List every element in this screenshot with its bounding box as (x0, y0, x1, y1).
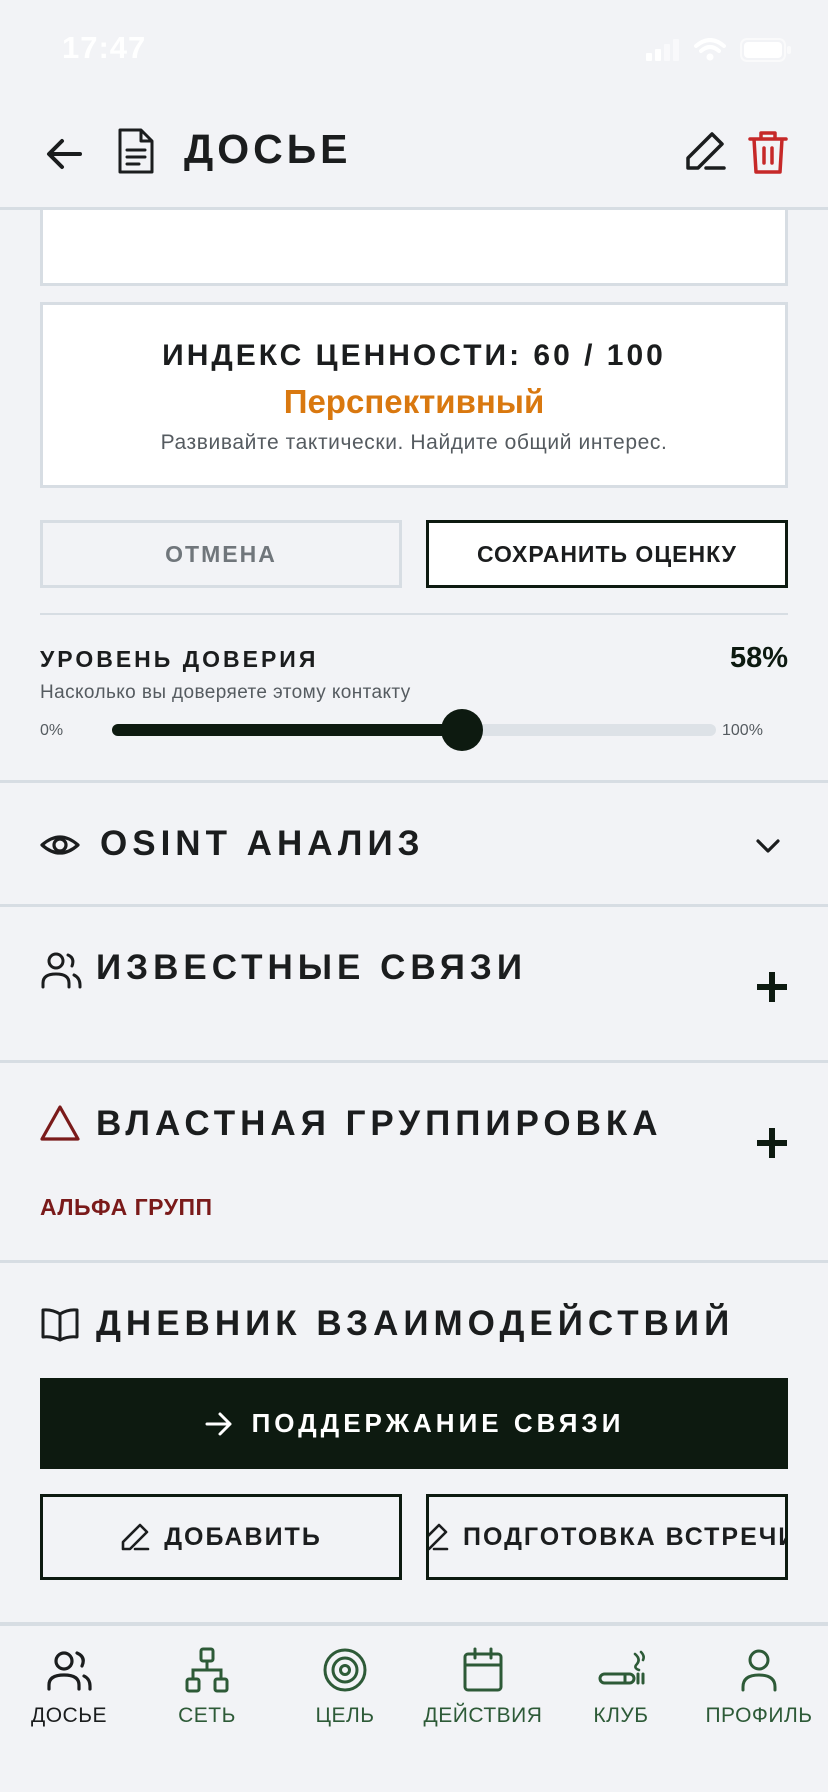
value-index-label: Перспективный (283, 383, 545, 420)
tab-label: ДЕЙСТВИЯ (423, 1704, 543, 1727)
cropped-card (40, 210, 788, 286)
back-arrow-icon[interactable] (40, 130, 88, 178)
save-rating-button[interactable]: СОХРАНИТЬ ОЦЕНКУ (426, 520, 788, 588)
meeting-prep-button[interactable]: ПОДГОТОВКА ВСТРЕЧИ (426, 1494, 788, 1580)
add-group-plus-icon[interactable] (757, 1128, 787, 1158)
section-divider (0, 1060, 828, 1063)
tab-label: ЦЕЛЬ (315, 1704, 375, 1727)
trust-level-subtitle: Насколько вы доверяете этому контакту (40, 682, 411, 703)
section-divider (0, 1260, 828, 1263)
meeting-prep-label: ПОДГОТОВКА ВСТРЕЧИ (463, 1522, 788, 1551)
add-entry-button[interactable]: ДОБАВИТЬ (40, 1494, 402, 1580)
power-group-item[interactable]: АЛЬФА ГРУПП (40, 1194, 213, 1221)
tab-label: СЕТЬ (178, 1704, 236, 1727)
calendar-icon (463, 1647, 503, 1692)
bottom-tab-bar: ДОСЬЕ СЕТЬ ЦЕЛЬ ДЕЙСТВИЯ КЛУБ ПРОФИЛЬ (0, 1622, 828, 1792)
power-group-section-title: ВЛАСТНАЯ ГРУППИРОВКА (96, 1104, 663, 1143)
tab-profile[interactable]: ПРОФИЛЬ (690, 1646, 828, 1746)
network-icon (185, 1647, 229, 1693)
document-icon (118, 128, 154, 174)
tab-dossier[interactable]: ДОСЬЕ (0, 1646, 138, 1746)
pencil-icon (429, 1523, 449, 1551)
people-icon (41, 952, 82, 989)
section-divider (0, 904, 828, 907)
section-divider (0, 780, 828, 783)
user-icon (741, 1649, 777, 1692)
chevron-down-icon[interactable] (752, 830, 784, 862)
trust-level-title: УРОВЕНЬ ДОВЕРИЯ (40, 646, 319, 672)
signal-icon (646, 39, 679, 61)
tab-actions[interactable]: ДЕЙСТВИЯ (414, 1646, 552, 1746)
value-index-card: ИНДЕКС ЦЕННОСТИ: 60 / 100 Перспективный … (40, 302, 788, 488)
eye-icon (40, 835, 80, 855)
connections-section-title: ИЗВЕСТНЫЕ СВЯЗИ (96, 948, 528, 987)
trust-slider[interactable] (112, 709, 716, 751)
value-index-title: ИНДЕКС ЦЕННОСТИ: 60 / 100 (162, 339, 666, 372)
add-connection-plus-icon[interactable] (757, 972, 787, 1002)
people-icon (47, 1651, 92, 1691)
target-icon (323, 1648, 367, 1692)
divider (40, 613, 788, 615)
app-header: ДОСЬЕ (0, 100, 828, 210)
cancel-button[interactable]: ОТМЕНА (40, 520, 402, 588)
battery-icon (740, 38, 791, 62)
maintain-contact-label: ПОДДЕРЖАНИЕ СВЯЗИ (251, 1408, 625, 1438)
status-bar: 17:47 (0, 0, 828, 100)
book-icon (41, 1308, 79, 1342)
value-index-hint: Развивайте тактически. Найдите общий инт… (160, 431, 668, 454)
tab-label: КЛУБ (593, 1704, 649, 1727)
system-indicators (646, 38, 792, 62)
edit-pencil-icon[interactable] (682, 128, 728, 174)
osint-section-title: OSINT АНАЛИЗ (100, 824, 425, 863)
tab-club[interactable]: КЛУБ (552, 1646, 690, 1746)
add-entry-label: ДОБАВИТЬ (164, 1522, 322, 1551)
wifi-icon (694, 38, 726, 61)
trust-slider-fill (112, 724, 463, 736)
trust-level-value: 58% (729, 642, 788, 674)
page-title: ДОСЬЕ (184, 126, 352, 172)
tab-network[interactable]: СЕТЬ (138, 1646, 276, 1746)
pencil-icon (121, 1523, 150, 1551)
slider-min-label: 0% (40, 722, 64, 739)
diary-section-title: ДНЕВНИК ВЗАИМОДЕЙСТВИЙ (96, 1304, 735, 1343)
tab-target[interactable]: ЦЕЛЬ (276, 1646, 414, 1746)
tab-label: ПРОФИЛЬ (705, 1704, 813, 1727)
cigar-icon (598, 1650, 645, 1685)
slider-max-label: 100% (722, 722, 763, 739)
maintain-contact-button[interactable]: ПОДДЕРЖАНИЕ СВЯЗИ (40, 1378, 788, 1469)
trash-icon[interactable] (746, 128, 790, 176)
arrow-right-icon (205, 1412, 232, 1435)
warning-triangle-icon (40, 1105, 80, 1141)
status-time: 17:47 (62, 30, 147, 65)
trust-slider-thumb[interactable] (441, 709, 484, 751)
tab-label: ДОСЬЕ (30, 1704, 107, 1727)
